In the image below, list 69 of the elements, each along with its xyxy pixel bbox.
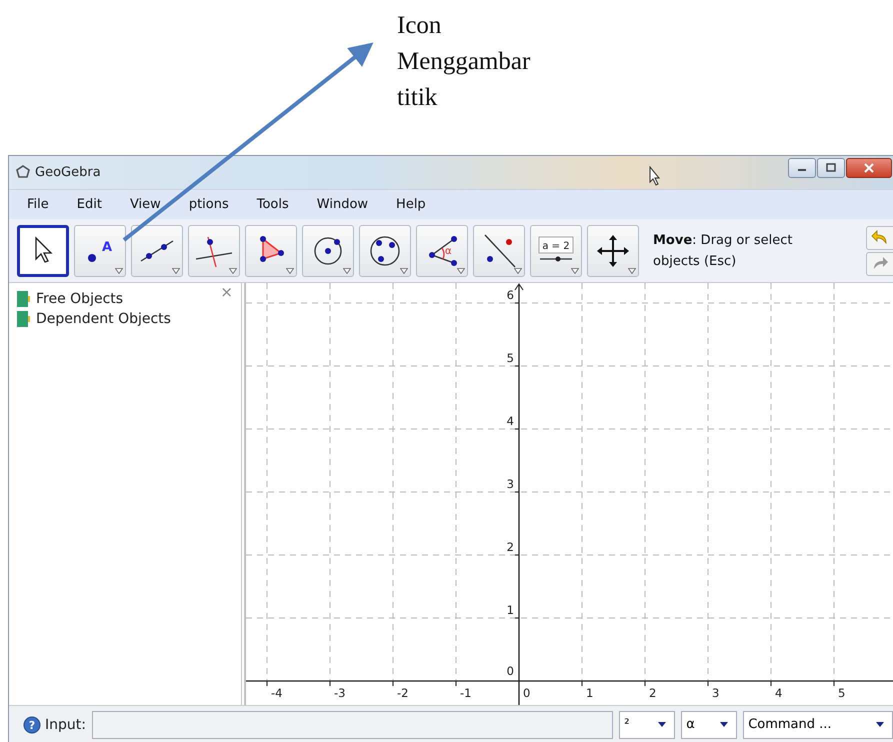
x-tick-label: 4 — [775, 686, 782, 700]
cursor-icon — [648, 166, 662, 186]
x-tick-label: 3 — [712, 686, 720, 700]
tool-button[interactable] — [245, 224, 297, 277]
tool-help-text: Move: Drag or select objects (Esc) — [653, 232, 794, 271]
menu-item[interactable]: ptions — [174, 198, 243, 211]
x-tick-label: 0 — [523, 686, 530, 700]
minimize-button[interactable] — [788, 158, 816, 178]
menu-item[interactable]: Edit — [62, 198, 116, 211]
dropdown-triangle-icon — [571, 268, 579, 274]
y-tick-label: 1 — [506, 603, 514, 618]
y-tick-label: 5 — [506, 351, 514, 366]
help-icon[interactable]: ? — [23, 716, 41, 734]
tree-item[interactable]: Dependent Objects — [36, 311, 171, 328]
close-panel-button[interactable]: × — [220, 283, 233, 302]
tool-button[interactable] — [587, 224, 639, 277]
redo-button[interactable] — [866, 252, 893, 276]
x-tick-label: 1 — [586, 686, 594, 700]
input-label: Input: — [44, 716, 86, 733]
undo-button[interactable] — [866, 226, 893, 250]
tree-item[interactable]: Free Objects — [36, 291, 124, 308]
app-logo-icon — [15, 164, 31, 180]
input-field[interactable] — [92, 710, 614, 739]
tool-button[interactable] — [188, 224, 240, 277]
dropdown[interactable]: ² — [619, 710, 676, 739]
menu-item[interactable]: Help — [382, 198, 440, 211]
menu-item[interactable]: Tools — [242, 198, 303, 211]
menu-item[interactable]: File — [13, 198, 63, 211]
undo-icon — [871, 228, 889, 247]
maximize-icon — [826, 163, 836, 173]
dropdown-triangle-icon — [628, 268, 636, 274]
menu-item[interactable]: View — [116, 198, 175, 211]
dropdown-triangle-icon — [172, 268, 180, 274]
dropdown-triangle-icon — [343, 268, 351, 274]
tool-button[interactable] — [17, 224, 69, 277]
y-tick-label: 0 — [506, 664, 514, 678]
dropdown-triangle-icon — [115, 268, 123, 274]
dropdown[interactable]: α — [681, 710, 738, 739]
y-tick-label: 3 — [506, 477, 514, 492]
dropdown-triangle-icon — [400, 268, 408, 274]
x-tick-label: -3 — [334, 686, 346, 700]
x-tick-label: -4 — [271, 686, 282, 700]
x-tick-label: 5 — [838, 686, 846, 700]
dropdown-triangle-icon — [229, 268, 237, 274]
menu-item[interactable]: Window — [302, 198, 382, 211]
maximize-button[interactable] — [817, 158, 845, 178]
tool-button[interactable] — [302, 224, 354, 277]
tool-button[interactable] — [359, 224, 411, 277]
dropdown[interactable]: Command ... — [743, 710, 893, 739]
tool-button[interactable] — [131, 224, 183, 277]
x-tick-label: 2 — [649, 686, 656, 700]
window-title: GeoGebra — [35, 164, 101, 180]
x-tick-label: -2 — [397, 686, 408, 700]
dropdown-triangle-icon — [286, 268, 294, 274]
caret-icon — [720, 722, 728, 728]
folder-icon — [17, 291, 31, 308]
close-icon — [864, 163, 874, 173]
folder-icon — [17, 311, 31, 328]
y-tick-label: 6 — [506, 288, 514, 302]
x-tick-label: -1 — [460, 686, 472, 700]
y-tick-label: 4 — [506, 414, 514, 428]
close-button[interactable] — [846, 158, 892, 178]
y-tick-label: 2 — [506, 540, 514, 554]
tool-button[interactable] — [473, 224, 525, 277]
caret-icon — [876, 722, 884, 728]
dropdown-triangle-icon — [457, 268, 465, 274]
caret-icon — [658, 722, 666, 728]
dropdown-triangle-icon — [514, 268, 522, 274]
annotation-text: Icon Menggambar titik — [397, 11, 532, 113]
